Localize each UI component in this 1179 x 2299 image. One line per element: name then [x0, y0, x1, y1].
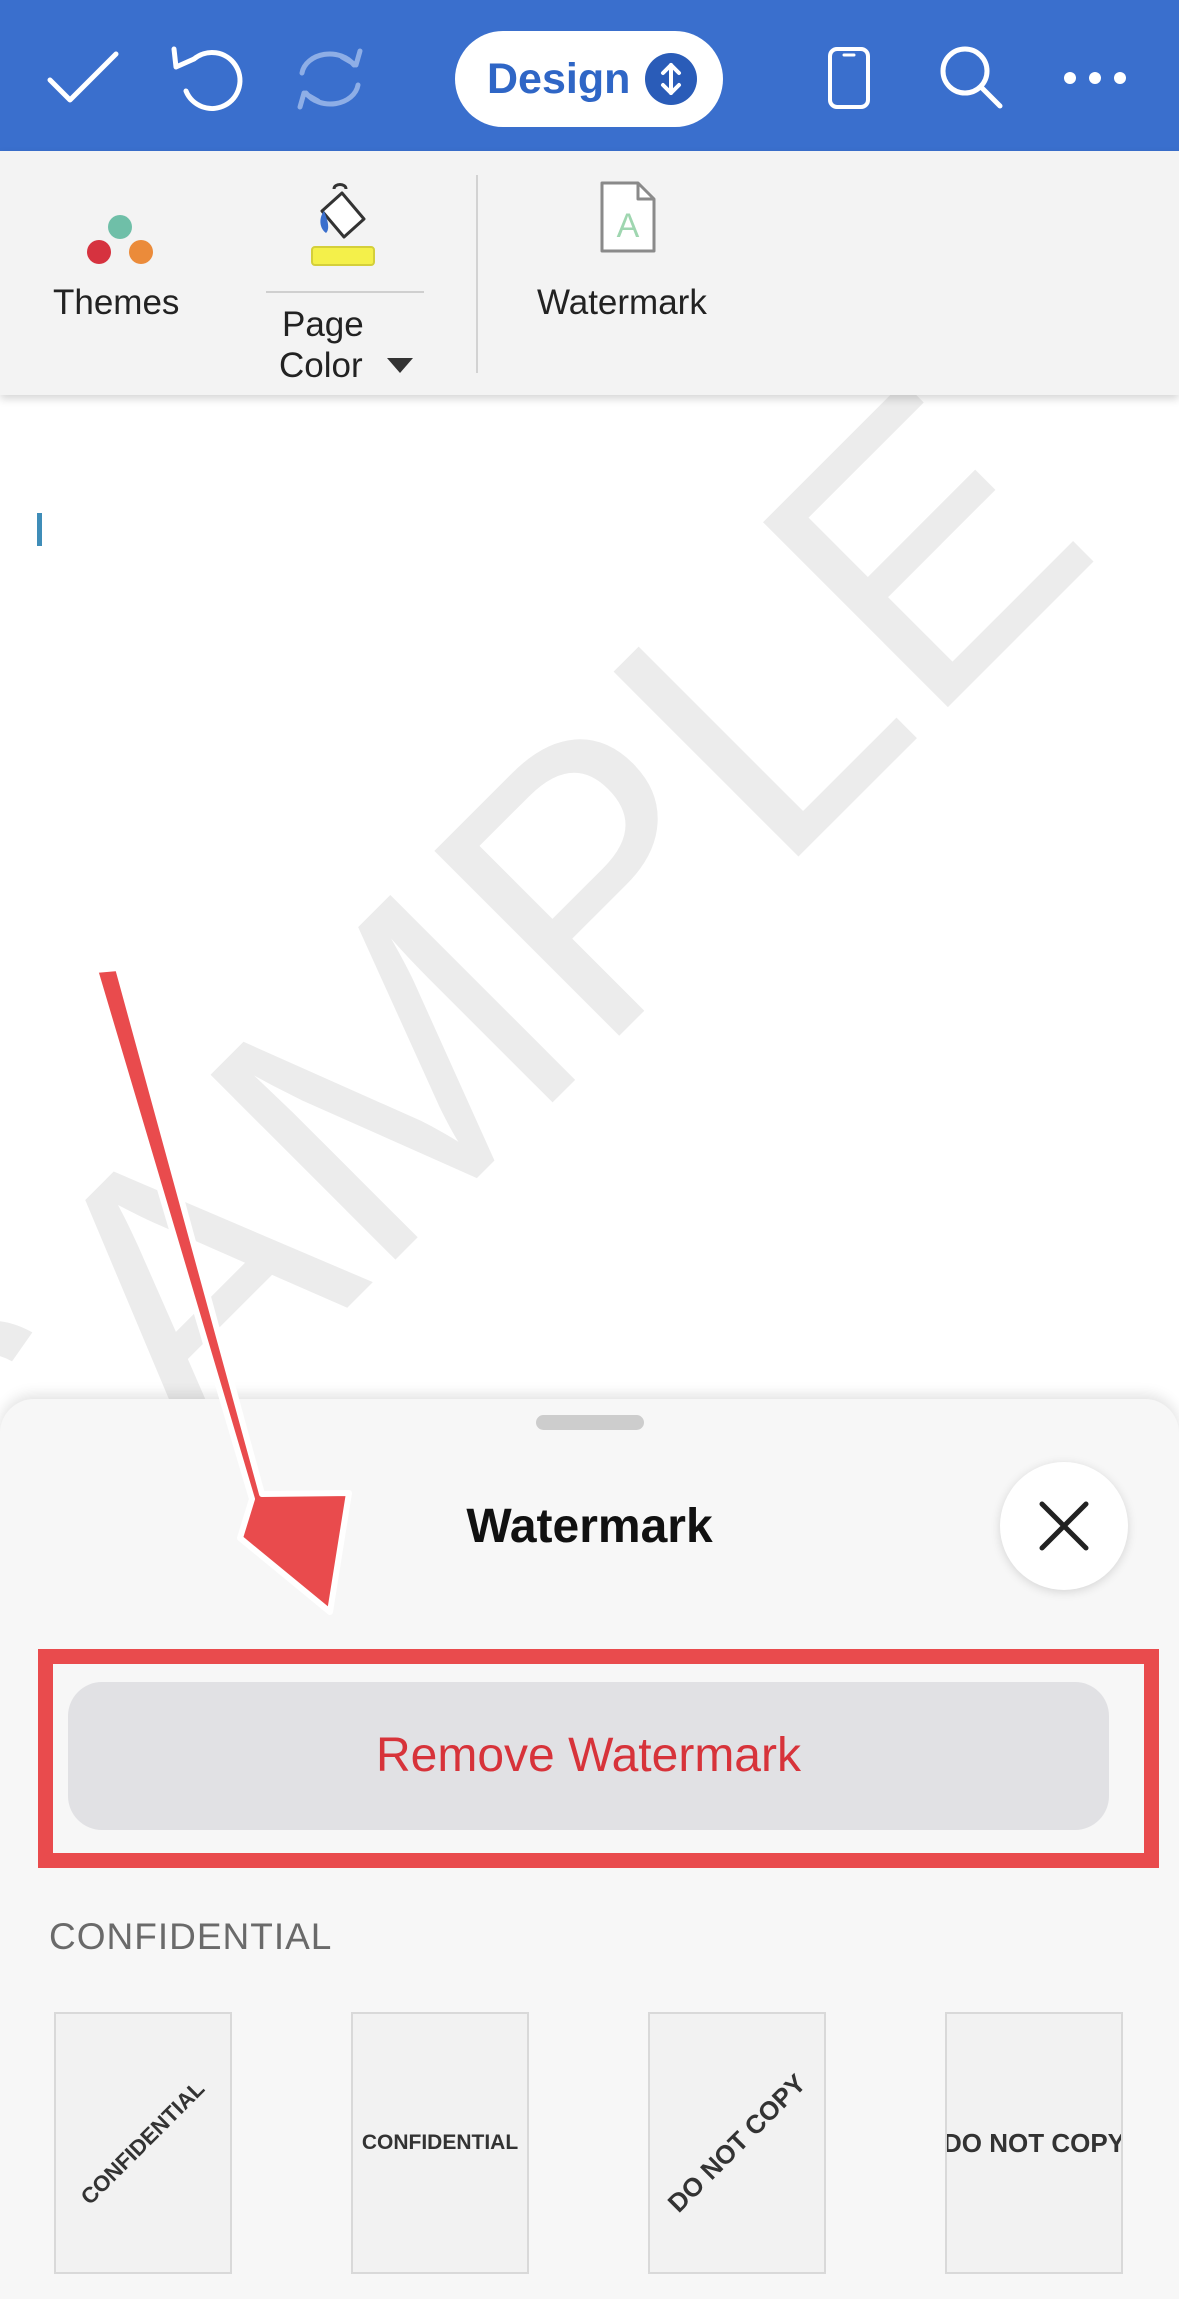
page-color-button[interactable]: Page Color: [266, 171, 424, 385]
thumbnail-label: CONFIDENTIAL: [75, 2075, 210, 2210]
document-watermark: SAMPLE: [0, 395, 1162, 1405]
section-heading-confidential: CONFIDENTIAL: [49, 1916, 333, 1957]
thumbnail-label: DO NOT COPY: [945, 2127, 1123, 2158]
page-color-label-line2: Color: [279, 346, 363, 385]
document-canvas[interactable]: SAMPLE: [0, 395, 1179, 1405]
watermark-thumbnail[interactable]: DO NOT COPY: [945, 2012, 1123, 2274]
watermark-button[interactable]: A Watermark: [532, 171, 728, 371]
thumbnail-label: DO NOT COPY: [661, 2067, 812, 2218]
tab-selector-button[interactable]: Design: [455, 31, 723, 127]
undo-icon[interactable]: [168, 43, 244, 113]
watermark-icon: A: [600, 181, 656, 253]
thumbnail-label: CONFIDENTIAL: [361, 2131, 519, 2154]
paint-bucket-icon: [311, 183, 375, 266]
watermark-thumbnail[interactable]: CONFIDENTIAL: [351, 2012, 529, 2274]
chevron-down-icon[interactable]: [387, 358, 413, 374]
more-icon[interactable]: [1062, 70, 1128, 86]
themes-button[interactable]: Themes: [40, 171, 200, 371]
watermark-sheet: Watermark Remove Watermark CONFIDENTIAL …: [0, 1399, 1179, 2299]
watermark-thumbnail[interactable]: CONFIDENTIAL: [54, 2012, 232, 2274]
watermark-text: SAMPLE: [0, 395, 1162, 1405]
page-color-label-line1: Page: [282, 305, 364, 344]
sheet-grabber[interactable]: [536, 1415, 644, 1430]
design-ribbon: Themes Page Color A Watermark: [0, 151, 1179, 395]
switch-tab-icon: [645, 53, 697, 105]
ribbon-divider: [476, 175, 478, 373]
checkmark-icon[interactable]: [46, 48, 120, 108]
redo-icon[interactable]: [292, 43, 368, 115]
watermark-label: Watermark: [537, 283, 707, 322]
remove-watermark-button[interactable]: Remove Watermark: [68, 1682, 1109, 1830]
svg-text:A: A: [617, 207, 640, 245]
search-icon[interactable]: [938, 44, 1004, 110]
themes-icon: [87, 215, 153, 264]
close-icon: [1039, 1501, 1089, 1551]
page-color-underline: [266, 291, 424, 293]
themes-label: Themes: [53, 283, 180, 322]
active-tab-label: Design: [487, 55, 631, 103]
close-button[interactable]: [1000, 1462, 1128, 1590]
watermark-thumbnail[interactable]: DO NOT COPY: [648, 2012, 826, 2274]
phone-view-icon[interactable]: [826, 46, 872, 110]
app-toolbar: Design: [0, 0, 1179, 151]
remove-watermark-label: Remove Watermark: [376, 1729, 801, 1782]
